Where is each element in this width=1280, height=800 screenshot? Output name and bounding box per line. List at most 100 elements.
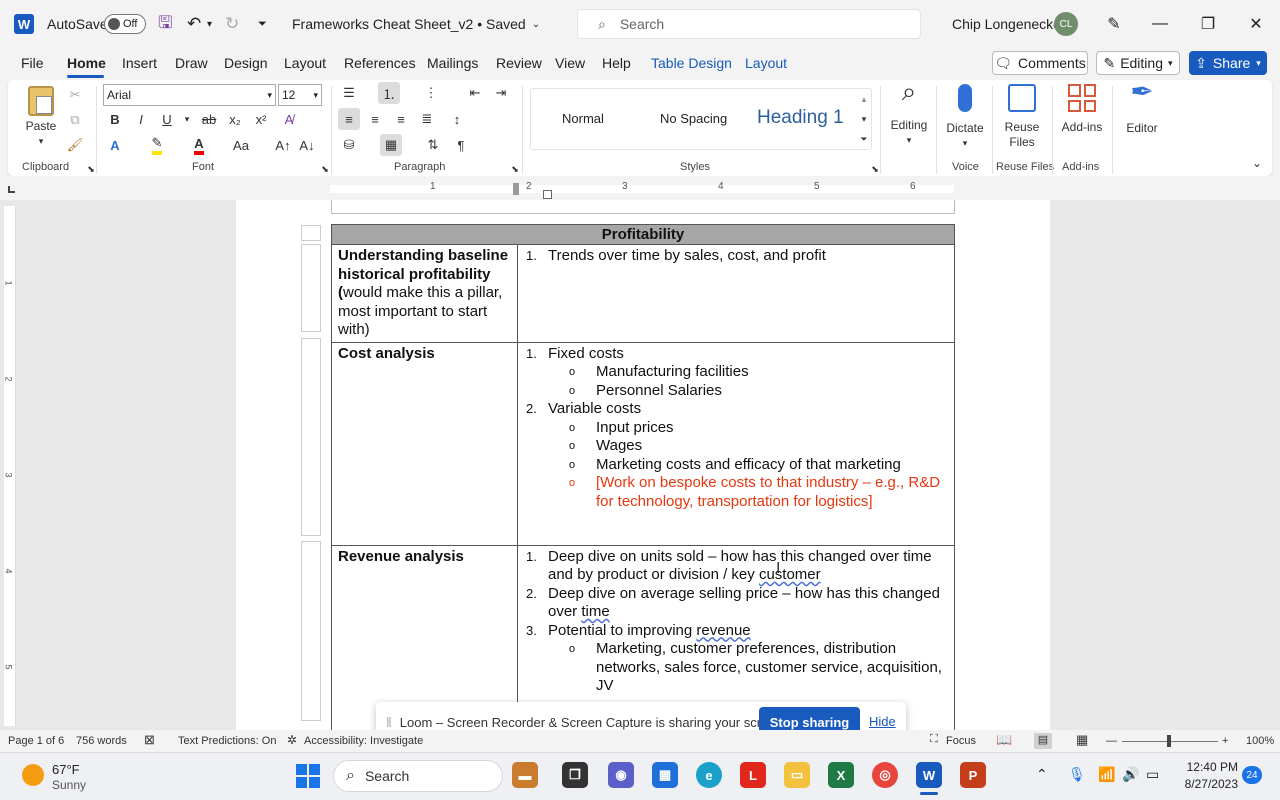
align-center-icon[interactable]: ≡ (364, 108, 386, 130)
hide-button[interactable]: Hide (869, 714, 896, 729)
column-marker-icon[interactable] (513, 183, 519, 195)
italic-button[interactable]: I (130, 108, 152, 130)
document-title[interactable]: Frameworks Cheat Sheet_v2 • Saved ⌄ (292, 0, 540, 48)
avatar[interactable]: CL (1054, 12, 1078, 36)
align-right-icon[interactable]: ≡ (390, 108, 412, 130)
borders-icon[interactable]: ▦ (380, 134, 402, 156)
clock-time[interactable]: 12:40 PM (1182, 760, 1238, 774)
row-selector[interactable] (301, 225, 321, 241)
save-icon[interactable]: 🖫 (158, 0, 172, 48)
zoom-out-icon[interactable]: — (1106, 735, 1117, 747)
bold-button[interactable]: B (104, 108, 126, 130)
row-selector[interactable] (301, 541, 321, 721)
decrease-indent-icon[interactable]: ⇤ (464, 82, 486, 104)
ruler-bar[interactable] (330, 185, 954, 193)
close-icon[interactable]: ✕ (1244, 12, 1268, 36)
pen-icon[interactable]: ✎ (1102, 12, 1126, 36)
zoom-level[interactable]: 100% (1246, 735, 1274, 747)
l-app-icon[interactable]: L (740, 762, 766, 788)
shading-icon[interactable]: ⛁ (338, 134, 360, 156)
drag-handle-icon[interactable]: ‖ (386, 714, 392, 730)
add-ins-button[interactable]: Add-ins (1058, 84, 1106, 135)
focus-button[interactable]: Focus (946, 735, 976, 747)
powerpoint-icon[interactable]: P (960, 762, 986, 788)
text-predictions[interactable]: Text Predictions: On (178, 735, 276, 747)
print-layout-icon[interactable]: ▤ (1034, 733, 1052, 749)
tab-review[interactable]: Review (496, 55, 542, 71)
share-button[interactable]: ⇪ Share ▾ (1189, 51, 1267, 75)
highlight-icon[interactable]: ✎ (146, 134, 168, 156)
tab-references[interactable]: References (344, 55, 416, 71)
chevron-down-icon[interactable]: ▾ (176, 108, 198, 130)
superscript-button[interactable]: x² (250, 108, 272, 130)
tab-view[interactable]: View (555, 55, 585, 71)
page-count[interactable]: Page 1 of 6 (8, 735, 64, 747)
weather-sun-icon[interactable] (22, 764, 44, 786)
file-explorer-icon[interactable]: ▭ (784, 762, 810, 788)
row-selector[interactable] (301, 244, 321, 332)
accessibility-status[interactable]: Accessibility: Investigate (304, 735, 423, 747)
editing-ribbon-button[interactable]: ⌕ Editing ▾ (886, 78, 932, 148)
tab-insert[interactable]: Insert (122, 55, 157, 71)
style-no-spacing[interactable]: No Spacing (660, 111, 727, 126)
reuse-files-button[interactable]: Reuse Files (998, 84, 1046, 150)
multilevel-list-icon[interactable]: ⋮ (420, 82, 442, 104)
battery-icon[interactable]: ▭ (1146, 766, 1159, 783)
change-case-icon[interactable]: Aa (230, 134, 252, 156)
redo-icon[interactable]: ↻ (225, 0, 239, 48)
web-layout-icon[interactable]: ▦ (1076, 732, 1088, 748)
excel-icon[interactable]: X (828, 762, 854, 788)
font-name-select[interactable]: Arial ▾ (103, 84, 276, 106)
table-header[interactable]: Profitability (331, 224, 955, 245)
style-heading-1[interactable]: Heading 1 (757, 107, 844, 129)
show-formatting-icon[interactable]: ¶ (450, 134, 472, 156)
collapse-ribbon-icon[interactable]: ⌄ (1246, 152, 1268, 174)
paste-button[interactable]: Paste ▾ (22, 86, 60, 149)
proofing-icon[interactable]: ⊠ (144, 732, 155, 748)
notification-badge[interactable]: 24 (1242, 766, 1262, 784)
row-content-cell[interactable]: 1. Trends over time by sales, cost, and p… (517, 244, 955, 343)
volume-icon[interactable]: 🔊 (1122, 766, 1139, 783)
justify-icon[interactable]: ≣ (416, 108, 438, 130)
row-label-cell[interactable]: Cost analysis (331, 341, 518, 546)
increase-indent-icon[interactable]: ⇥ (490, 82, 512, 104)
styles-scroll-down-icon[interactable]: ▾ (853, 108, 875, 130)
tab-layout[interactable]: Layout (284, 55, 326, 71)
search-box[interactable]: ⌕ Search (577, 9, 921, 39)
tab-file[interactable]: File (21, 55, 44, 71)
word-count[interactable]: 756 words (76, 735, 127, 747)
align-left-icon[interactable]: ≡ (338, 108, 360, 130)
row-selector[interactable] (301, 338, 321, 536)
tab-draw[interactable]: Draw (175, 55, 208, 71)
style-normal[interactable]: Normal (562, 111, 604, 126)
start-windows-icon[interactable] (296, 764, 320, 788)
subscript-button[interactable]: x₂ (224, 108, 246, 130)
numbering-icon[interactable]: ⒈ (378, 82, 400, 104)
font-size-select[interactable]: 12 ▾ (278, 84, 322, 106)
chrome-icon[interactable]: ◎ (872, 762, 898, 788)
table-row[interactable]: Cost analysis 1. Fixed costs o Manufacturi… (331, 341, 955, 546)
text-effects-icon[interactable]: A (104, 134, 126, 156)
zoom-in-icon[interactable]: + (1222, 735, 1228, 747)
customize-toolbar-icon[interactable]: ⏷ (258, 0, 267, 48)
editor-button[interactable]: ✒ Editor (1118, 78, 1166, 136)
format-painter-icon[interactable]: 🖌 (64, 134, 86, 156)
profitability-table[interactable]: Profitability Understanding baseline his… (331, 224, 955, 736)
indent-marker-icon[interactable] (543, 190, 552, 199)
clear-formatting-icon[interactable]: A̸ (278, 108, 300, 130)
underline-button[interactable]: U (156, 108, 178, 130)
read-mode-icon[interactable]: 📖 (996, 732, 1012, 748)
store-app-icon[interactable]: ▦ (652, 762, 678, 788)
row-content-cell[interactable]: 1. Fixed costs o Manufacturing facilities … (517, 341, 955, 546)
grow-font-icon[interactable]: A↑ (272, 134, 294, 156)
cut-icon[interactable]: ✂ (64, 84, 86, 106)
tab-table-design[interactable]: Table Design (651, 55, 732, 71)
autosave-toggle[interactable]: Off (104, 14, 146, 34)
briefcase-app-icon[interactable]: ▬ (512, 762, 538, 788)
shrink-font-icon[interactable]: A↓ (296, 134, 318, 156)
word-taskbar-icon[interactable]: W (916, 762, 942, 788)
user-name[interactable]: Chip Longenecker (952, 0, 1066, 48)
comments-button[interactable]: 🗨 Comments (992, 51, 1088, 75)
tab-selector-icon[interactable] (8, 186, 15, 193)
tab-mailings[interactable]: Mailings (427, 55, 478, 71)
